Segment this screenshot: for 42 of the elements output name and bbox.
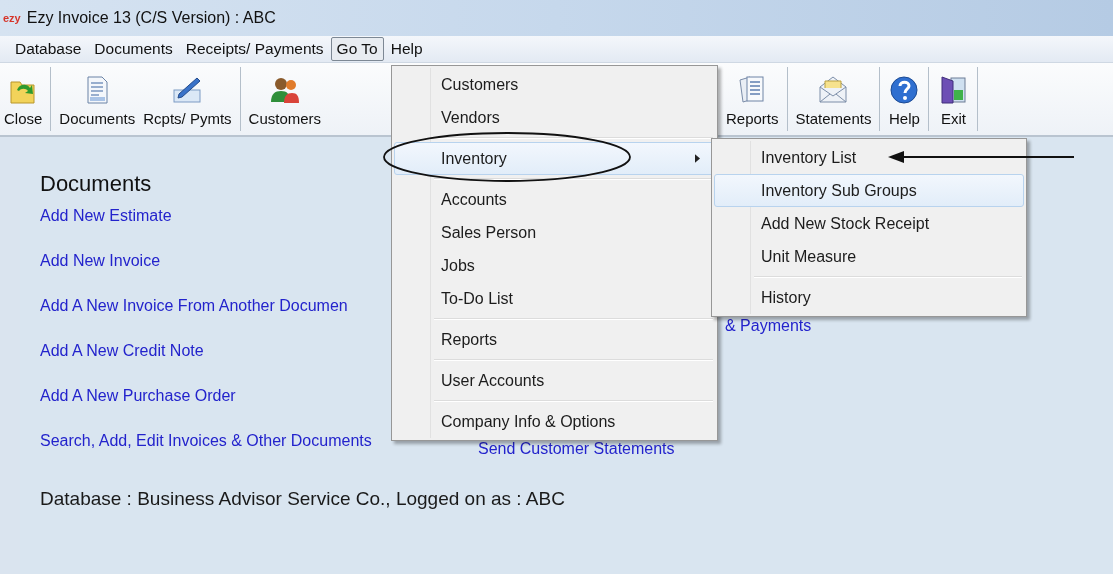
toolbar-button[interactable]: Customers (244, 63, 326, 135)
submenu-arrow-icon (695, 154, 700, 163)
menu-item[interactable]: Company Info & Options (394, 405, 715, 438)
menu-item[interactable]: Sales Person (394, 216, 715, 249)
link[interactable]: Send Customer Statements (478, 438, 675, 459)
menu-item[interactable]: Add New Stock Receipt (714, 207, 1024, 240)
toolbar-button[interactable]: Reports (722, 63, 783, 135)
link[interactable]: Add New Invoice (40, 250, 161, 271)
status-text: Database : Business Advisor Service Co., Logged on as : ABC (40, 488, 565, 510)
envelope-icon (817, 74, 850, 106)
toolbar-button[interactable]: Statements (791, 63, 876, 135)
menu-item[interactable]: Accounts (394, 183, 715, 216)
menu-item[interactable]: User Accounts (394, 364, 715, 397)
menu-item[interactable]: To-Do List (394, 282, 715, 315)
link[interactable]: Add A New Credit Note (40, 340, 204, 361)
menu-item[interactable]: Documents (88, 37, 179, 61)
link[interactable]: & Payments (725, 315, 812, 336)
menu-item[interactable]: Database (9, 37, 88, 61)
menu-item[interactable]: Help (384, 37, 429, 61)
toolbar-button[interactable]: Help (884, 63, 925, 135)
menu-item[interactable]: Unit Measure (714, 240, 1024, 273)
help-icon (888, 74, 921, 106)
section-heading: Documents (40, 171, 152, 197)
menu-item[interactable]: Inventory Sub Groups (714, 174, 1024, 207)
window-title: Ezy Invoice 13 (C/S Version) : ABC (26, 9, 276, 27)
menu-item[interactable]: Inventory List (714, 141, 1024, 174)
menu-item[interactable]: Go To (330, 37, 384, 61)
toolbar-button[interactable]: Close (0, 63, 47, 135)
menu-item[interactable]: Vendors (394, 101, 715, 134)
link[interactable]: Search, Add, Edit Invoices & Other Documents (40, 430, 372, 451)
toolbar-button[interactable]: Exit (933, 63, 974, 135)
toolbar-button[interactable]: Rcpts/ Pymts (139, 63, 236, 135)
menu-item[interactable]: Reports (394, 323, 715, 356)
menu-item[interactable]: History (714, 281, 1024, 314)
menu-item[interactable]: Customers (394, 68, 715, 101)
link[interactable]: Add A New Invoice From Another Documen (40, 295, 348, 316)
app-logo: ezy (3, 12, 21, 24)
menu-item[interactable]: Jobs (394, 249, 715, 282)
toolbar-button[interactable]: Documents (55, 63, 140, 135)
menu-item[interactable]: Receipts/ Payments (179, 37, 330, 61)
link[interactable]: Add A New Purchase Order (40, 385, 236, 406)
link[interactable]: Add New Estimate (40, 205, 172, 226)
